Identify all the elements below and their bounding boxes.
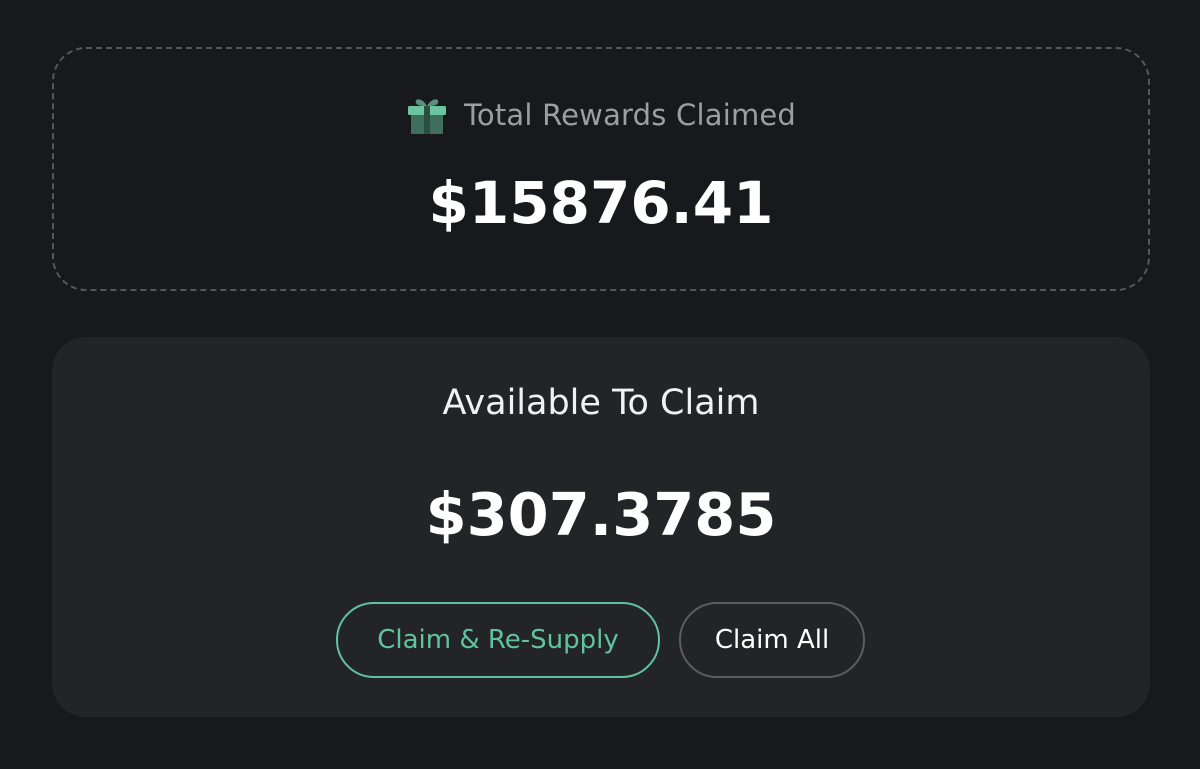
rewards-page: Total Rewards Claimed $15876.41 Availabl…	[0, 0, 1200, 769]
total-rewards-amount: $15876.41	[428, 169, 774, 237]
claim-and-resupply-button[interactable]: Claim & Re-Supply	[336, 602, 660, 678]
available-to-claim-amount: $307.3785	[425, 480, 777, 549]
available-to-claim-label: Available To Claim	[442, 383, 760, 423]
total-rewards-header: Total Rewards Claimed	[54, 93, 1148, 137]
claim-button-row: Claim & Re-Supply Claim All	[52, 602, 1150, 678]
total-rewards-card: Total Rewards Claimed $15876.41	[52, 47, 1150, 291]
total-rewards-label: Total Rewards Claimed	[463, 98, 797, 132]
available-to-claim-card: Available To Claim $307.3785 Claim & Re-…	[52, 337, 1150, 717]
gift-icon	[407, 99, 446, 134]
claim-all-button[interactable]: Claim All	[679, 602, 865, 678]
